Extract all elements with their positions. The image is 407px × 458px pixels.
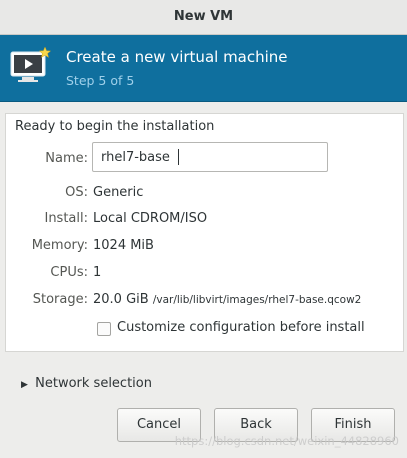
text-cursor: [178, 149, 179, 165]
install-value: Local CDROM/ISO: [93, 211, 208, 226]
watermark: https://blog.csdn.net/weixin_44828960: [174, 434, 399, 448]
storage-value: 20.0 GiB /var/lib/libvirt/images/rhel7-b…: [93, 292, 361, 307]
vm-name-input[interactable]: [92, 142, 328, 172]
wizard-step: Step 5 of 5: [66, 73, 135, 88]
customize-checkbox[interactable]: [97, 322, 111, 336]
memory-value: 1024 MiB: [93, 238, 154, 253]
wizard-title: Create a new virtual machine: [66, 48, 288, 66]
monitor-play-icon: [10, 46, 52, 82]
name-label: Name:: [45, 151, 88, 166]
storage-size: 20.0 GiB: [93, 292, 149, 307]
header-banner: Create a new virtual machine Step 5 of 5: [0, 35, 407, 102]
network-selection-expander[interactable]: ▶ Network selection: [21, 376, 152, 391]
network-selection-label: Network selection: [35, 376, 152, 391]
os-label: OS:: [65, 185, 88, 200]
storage-path: /var/lib/libvirt/images/rhel7-base.qcow2: [152, 294, 362, 306]
install-label: Install:: [44, 211, 88, 226]
expander-arrow-icon: ▶: [21, 380, 28, 390]
ready-heading: Ready to begin the installation: [15, 119, 215, 134]
storage-label: Storage:: [32, 292, 88, 307]
memory-label: Memory:: [31, 238, 88, 253]
window-title: New VM: [0, 0, 407, 35]
os-value: Generic: [93, 185, 144, 200]
cpus-value: 1: [93, 265, 102, 280]
summary-panel: Ready to begin the installation Name: OS…: [5, 113, 404, 352]
customize-checkbox-label[interactable]: Customize configuration before install: [117, 320, 365, 335]
cpus-label: CPUs:: [50, 265, 88, 280]
